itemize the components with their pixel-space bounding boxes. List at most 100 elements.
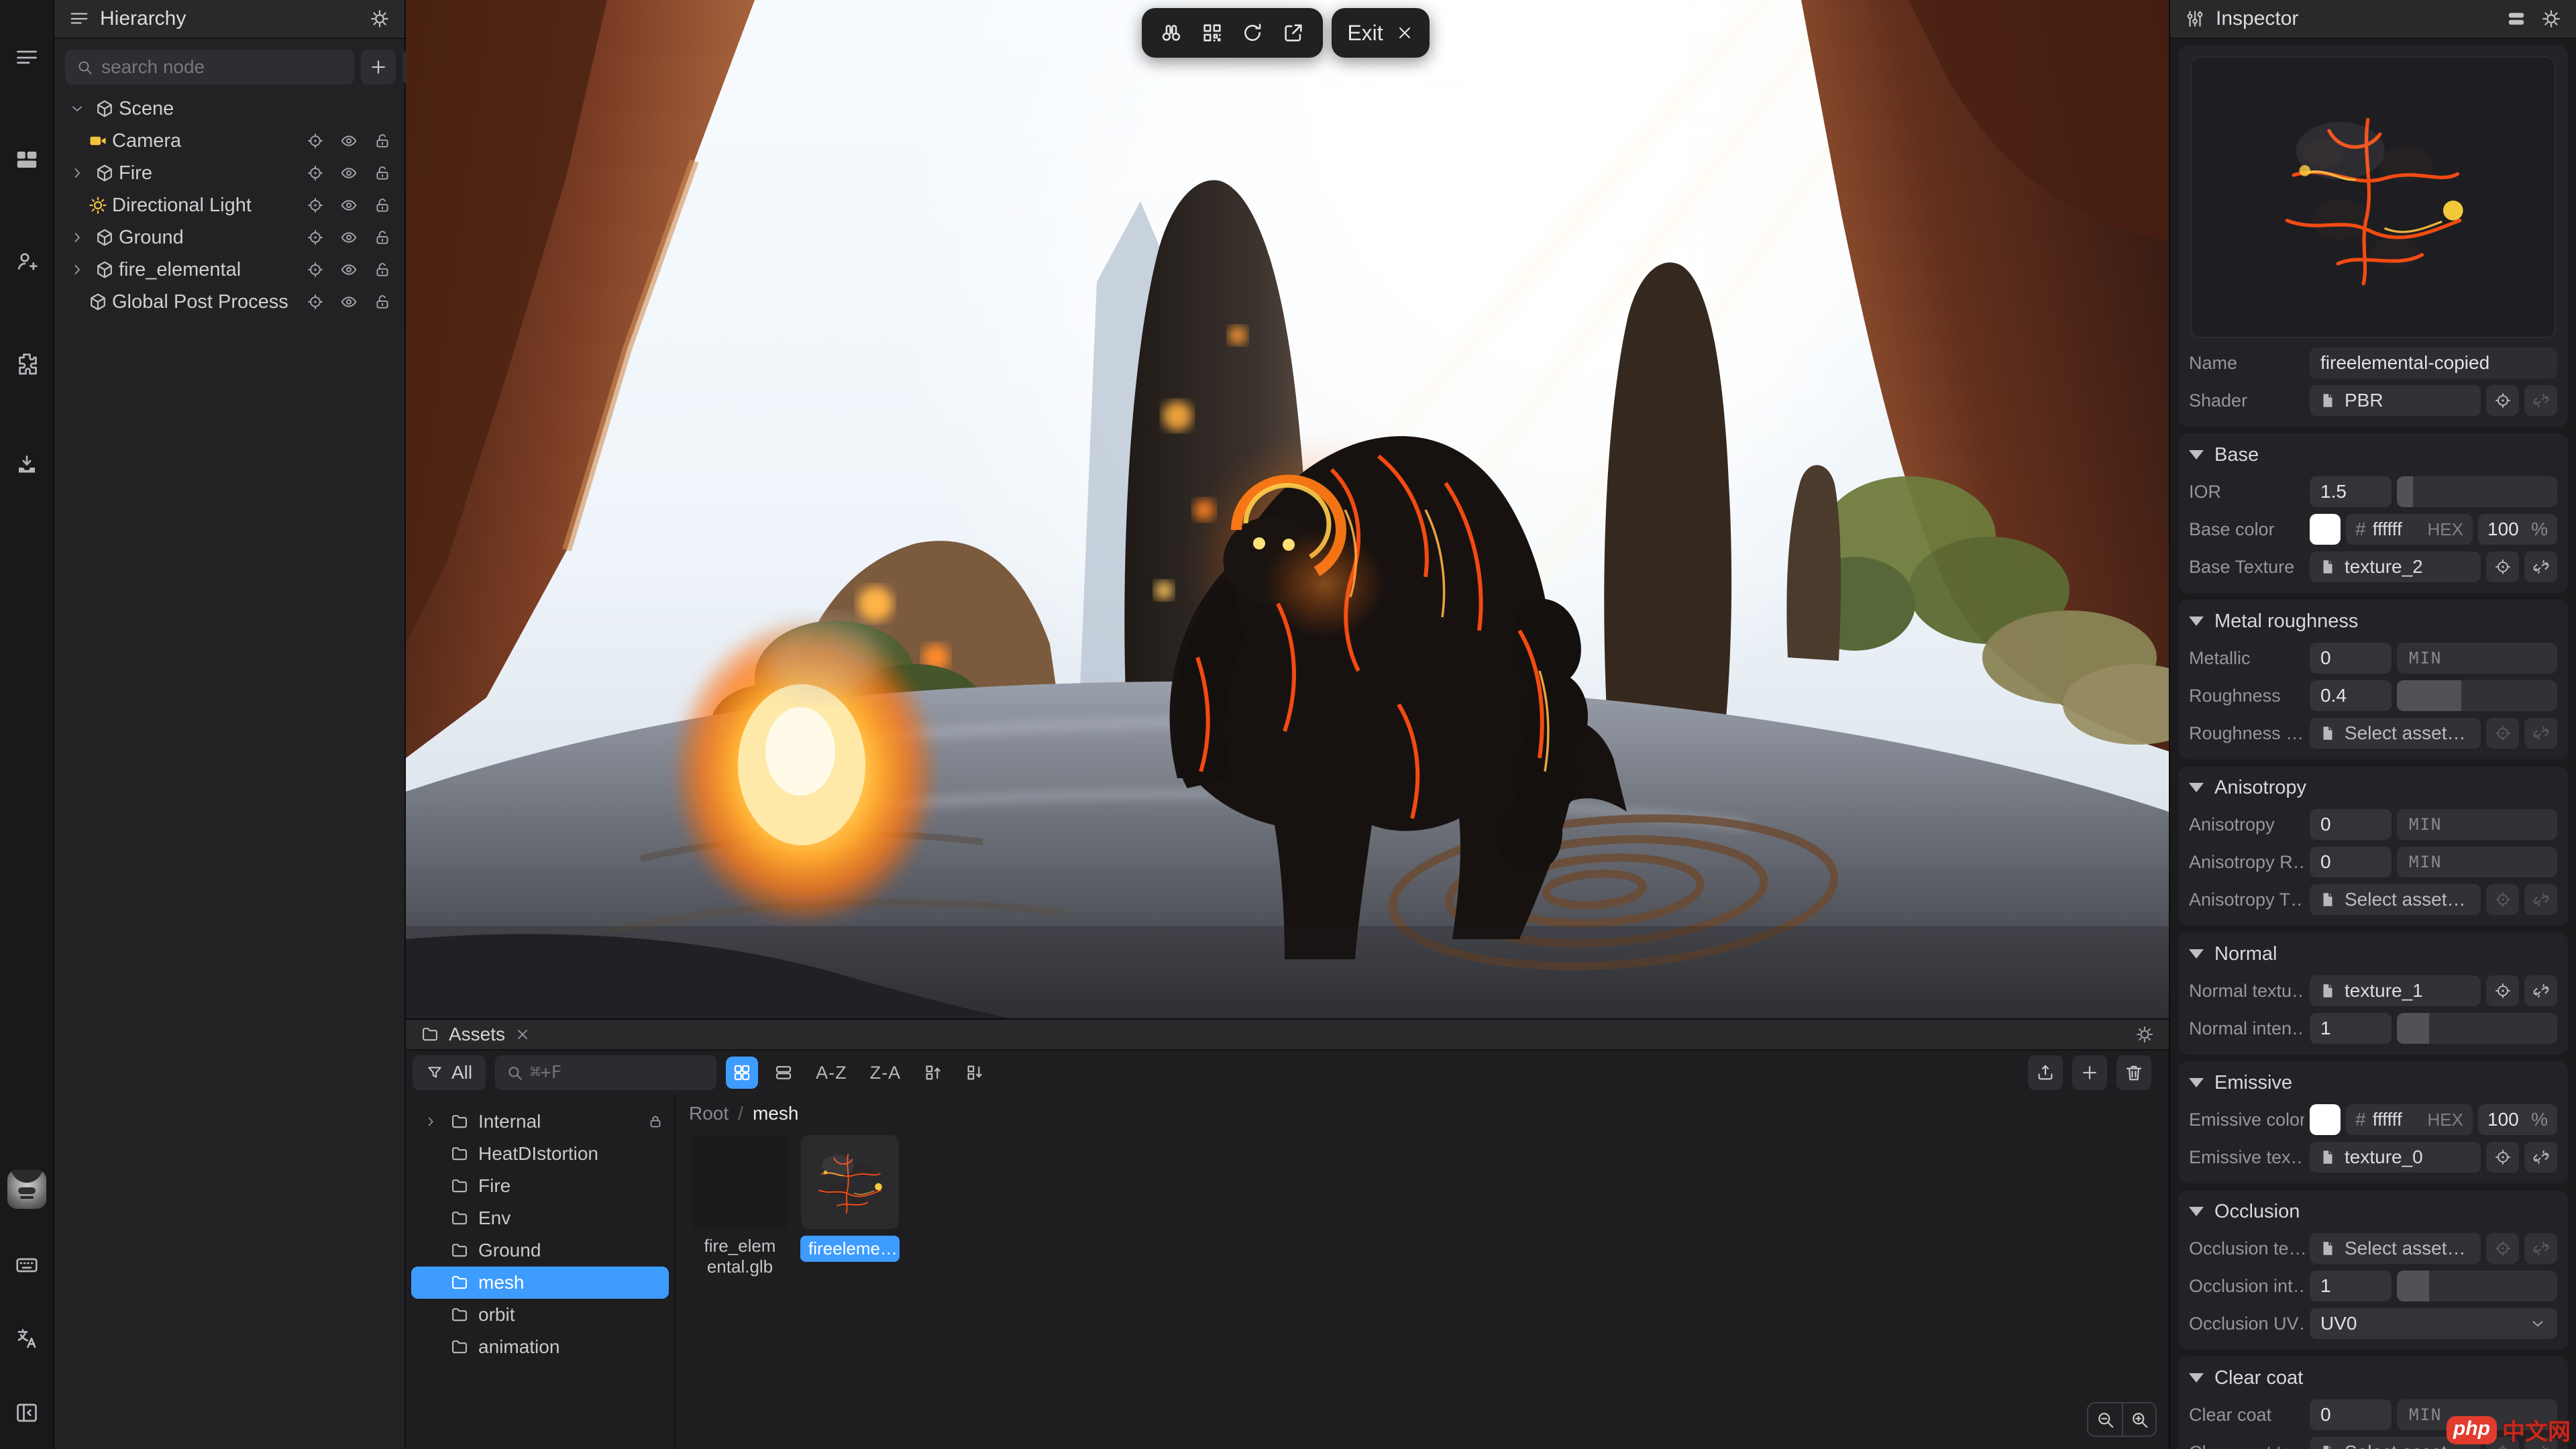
base-color-hex[interactable]: # ffffff HEX [2346, 514, 2473, 545]
qr-code-icon[interactable] [1201, 21, 1224, 44]
material-name-input[interactable] [2310, 347, 2557, 378]
unlink-asset-button[interactable] [2524, 1233, 2557, 1264]
visibility-icon[interactable] [340, 293, 358, 311]
locate-asset-button[interactable] [2486, 884, 2519, 915]
anisotropy-value[interactable]: 0 [2310, 809, 2392, 840]
anisotropy-rotation-slider[interactable]: MIN [2397, 847, 2557, 877]
translate-icon[interactable] [9, 1322, 44, 1356]
delete-asset-button[interactable] [2116, 1055, 2151, 1090]
base-color-swatch[interactable] [2310, 514, 2341, 545]
dashboard-icon[interactable] [9, 142, 44, 177]
add-user-icon[interactable] [9, 244, 44, 279]
shader-asset-chip[interactable]: PBR [2310, 385, 2481, 416]
keyboard-shortcuts-icon[interactable] [9, 1248, 44, 1283]
section-header-clear-coat[interactable]: Clear coat [2189, 1363, 2557, 1393]
unlock-icon[interactable] [374, 164, 391, 182]
normal-intensity-slider[interactable] [2397, 1013, 2557, 1044]
locate-asset-button[interactable] [2486, 385, 2519, 416]
assets-tab-label[interactable]: Assets [449, 1024, 505, 1045]
filter-all-button[interactable]: All [413, 1055, 486, 1090]
unlink-asset-button[interactable] [2524, 385, 2557, 416]
roughness-value[interactable]: 0.4 [2310, 680, 2392, 711]
base-texture-chip[interactable]: texture_2 [2310, 551, 2481, 582]
folder-orbit[interactable]: orbit [406, 1299, 674, 1331]
base-color-alpha[interactable]: 100 % [2478, 514, 2557, 545]
locate-asset-button[interactable] [2486, 551, 2519, 582]
collapse-sidebar-icon[interactable] [9, 1395, 44, 1430]
gear-icon[interactable] [370, 9, 390, 29]
section-header-base[interactable]: Base [2189, 440, 2557, 470]
upload-asset-button[interactable] [2028, 1055, 2063, 1090]
hierarchy-node-global-post-process[interactable]: Global Post Process [54, 286, 405, 318]
extensions-icon[interactable] [9, 346, 44, 381]
anisotropy-texture-chip[interactable]: Select asset… [2310, 884, 2481, 915]
sort-ascending-icon[interactable] [917, 1057, 949, 1089]
section-header-anisotropy[interactable]: Anisotropy [2189, 773, 2557, 802]
metallic-slider[interactable]: MIN [2397, 643, 2557, 674]
chevron-right-icon[interactable] [64, 262, 91, 278]
roughness-texture-chip[interactable]: Select asset… [2310, 718, 2481, 749]
visibility-icon[interactable] [340, 164, 358, 182]
section-header-normal[interactable]: Normal [2189, 939, 2557, 969]
ior-slider[interactable] [2397, 476, 2557, 507]
visibility-icon[interactable] [340, 261, 358, 278]
focus-icon[interactable] [307, 261, 324, 278]
unlink-asset-button[interactable] [2524, 884, 2557, 915]
metallic-value[interactable]: 0 [2310, 643, 2392, 674]
hierarchy-node-fire[interactable]: Fire [54, 157, 405, 189]
folder-animation[interactable]: animation [406, 1331, 674, 1363]
hierarchy-node-camera[interactable]: Camera [54, 125, 405, 157]
breadcrumb-root[interactable]: Root [689, 1103, 729, 1124]
normal-intensity-value[interactable]: 1 [2310, 1013, 2392, 1044]
unlink-asset-button[interactable] [2524, 975, 2557, 1006]
chevron-down-icon[interactable] [64, 101, 91, 117]
normal-texture-chip[interactable]: texture_1 [2310, 975, 2481, 1006]
locate-asset-button[interactable] [2486, 1142, 2519, 1173]
viewport-3d-scene[interactable]: Exit [406, 0, 2169, 1018]
locate-asset-button[interactable] [2486, 1233, 2519, 1264]
chevron-right-icon[interactable] [64, 165, 91, 181]
folder-fire[interactable]: Fire [406, 1170, 674, 1202]
folder-env[interactable]: Env [406, 1202, 674, 1234]
observe-icon[interactable] [1160, 21, 1183, 44]
unlock-icon[interactable] [374, 293, 391, 311]
visibility-icon[interactable] [340, 197, 358, 214]
gear-icon[interactable] [2541, 9, 2561, 29]
focus-icon[interactable] [307, 197, 324, 214]
layout-rows-icon[interactable] [2506, 9, 2526, 29]
hierarchy-node-ground[interactable]: Ground [54, 221, 405, 254]
section-header-emissive[interactable]: Emissive [2189, 1068, 2557, 1097]
exit-button[interactable]: Exit [1332, 8, 1430, 58]
grid-view-button[interactable] [726, 1057, 758, 1089]
sort-descending-icon[interactable] [959, 1057, 991, 1089]
occlusion-intensity-value[interactable]: 1 [2310, 1271, 2392, 1301]
chevron-right-icon[interactable] [423, 1114, 438, 1129]
sort-az-button[interactable]: A-Z [809, 1063, 854, 1083]
material-preview[interactable] [2190, 56, 2556, 338]
emissive-color-hex[interactable]: # ffffff HEX [2346, 1104, 2473, 1135]
list-view-button[interactable] [767, 1057, 800, 1089]
hierarchy-node-directional-light[interactable]: Directional Light [54, 189, 405, 221]
section-header-metal-roughness[interactable]: Metal roughness [2189, 606, 2557, 636]
unlink-asset-button[interactable] [2524, 718, 2557, 749]
unlink-asset-button[interactable] [2524, 551, 2557, 582]
unlock-icon[interactable] [374, 197, 391, 214]
occlusion-uv-dropdown[interactable]: UV0 [2310, 1308, 2557, 1339]
locate-asset-button[interactable] [2486, 975, 2519, 1006]
focus-icon[interactable] [307, 229, 324, 246]
anisotropy-rotation-value[interactable]: 0 [2310, 847, 2392, 877]
visibility-icon[interactable] [340, 132, 358, 150]
anisotropy-slider[interactable]: MIN [2397, 809, 2557, 840]
asset-item-material-selected[interactable]: fireeleme… [799, 1135, 901, 1277]
menu-icon[interactable] [9, 40, 44, 75]
add-node-button[interactable] [361, 50, 396, 85]
sort-za-button[interactable]: Z-A [863, 1063, 908, 1083]
unlock-icon[interactable] [374, 132, 391, 150]
emissive-color-alpha[interactable]: 100 % [2478, 1104, 2557, 1135]
chevron-right-icon[interactable] [64, 229, 91, 246]
assets-search-input[interactable] [530, 1063, 706, 1083]
asset-item-glb[interactable]: fire_elemental.glb [689, 1135, 791, 1277]
folder-mesh-selected[interactable]: mesh [411, 1267, 669, 1299]
clear-coat-value[interactable]: 0 [2310, 1399, 2392, 1430]
add-asset-button[interactable] [2072, 1055, 2107, 1090]
